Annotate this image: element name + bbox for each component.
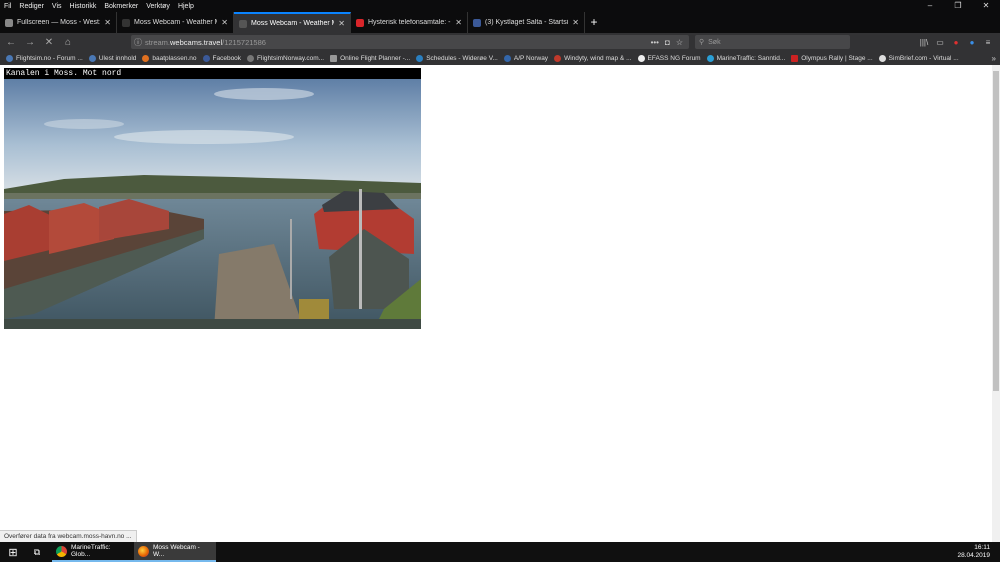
bookmark-item[interactable]: Olympus Rally | Stage ... bbox=[791, 55, 873, 62]
extension-icon[interactable]: ● bbox=[948, 38, 964, 47]
search-input[interactable]: ⚲ Søk bbox=[695, 35, 850, 49]
toolbar-icons: |||\ ▭ ● ● ≡ bbox=[916, 33, 996, 52]
tab-kystlaget-salta[interactable]: (3) Kystlaget Salta - Startside ✕ bbox=[468, 12, 585, 33]
scrollbar-thumb[interactable] bbox=[993, 71, 999, 391]
task-view-button[interactable]: ⧉ bbox=[26, 542, 48, 562]
bookmark-favicon bbox=[330, 55, 338, 62]
tab-close-icon[interactable]: ✕ bbox=[338, 19, 345, 28]
bookmark-item[interactable]: SimBrief.com - Virtual ... bbox=[878, 55, 959, 62]
bookmark-item[interactable]: MarineTraffic: Sanntid... bbox=[706, 55, 785, 62]
bookmark-item[interactable]: Facebook bbox=[202, 55, 241, 62]
minimize-button[interactable]: – bbox=[916, 0, 944, 12]
tab-favicon bbox=[356, 18, 364, 27]
tab-favicon bbox=[239, 19, 247, 28]
pocket-icon[interactable]: ◘ bbox=[665, 38, 670, 47]
menu-tools[interactable]: Verktøy bbox=[142, 3, 174, 10]
menu-file[interactable]: Fil bbox=[0, 3, 15, 10]
taskbar-app-chrome[interactable]: MarineTraffic: Glob... bbox=[52, 542, 134, 562]
tab-favicon bbox=[473, 18, 481, 27]
firefox-icon bbox=[138, 545, 149, 557]
page-content: Kanalen i Moss. Mot nord bbox=[0, 65, 992, 542]
new-tab-button[interactable]: + bbox=[585, 12, 603, 33]
webcam-title: Kanalen i Moss. Mot nord bbox=[4, 68, 421, 79]
navigation-bar: ← → ✕ ⌂ ⓘ stream.webcams.travel/12157215… bbox=[0, 33, 1000, 52]
tab-label: (3) Kystlaget Salta - Startside bbox=[485, 19, 569, 26]
bookmark-item[interactable]: Windyty, wind map & ... bbox=[554, 55, 632, 62]
bookmark-favicon bbox=[791, 55, 799, 62]
bookmark-star-icon[interactable]: ☆ bbox=[676, 38, 683, 47]
bookmark-favicon bbox=[637, 55, 645, 62]
search-icon: ⚲ bbox=[699, 39, 705, 46]
bookmark-favicon bbox=[88, 55, 96, 62]
tab-bar: Fullscreen — Moss - West: Boli ✕ Moss We… bbox=[0, 12, 1000, 33]
url-text: stream.webcams.travel/1215721586 bbox=[145, 37, 266, 47]
taskbar-app-firefox[interactable]: Moss Webcam - W... bbox=[134, 542, 216, 562]
window-controls: – ❐ ✕ bbox=[916, 0, 1000, 12]
bookmark-item[interactable]: FlightsimNorway.com... bbox=[247, 55, 324, 62]
maximize-button[interactable]: ❐ bbox=[944, 0, 972, 12]
bookmark-item[interactable]: Flightsim.no - Forum ... bbox=[6, 55, 83, 62]
vertical-scrollbar[interactable] bbox=[992, 65, 1000, 542]
clock-time: 16:11 bbox=[974, 544, 990, 551]
page-actions-icon[interactable]: ••• bbox=[651, 38, 659, 47]
webcam-image bbox=[4, 79, 421, 329]
bookmark-item[interactable]: EFASS NG Forum bbox=[637, 55, 701, 62]
bookmark-item[interactable]: Online Flight Planner -... bbox=[330, 55, 410, 62]
status-text: Overfører data fra webcam.moss-havn.no .… bbox=[0, 530, 137, 542]
bookmark-favicon bbox=[706, 55, 714, 62]
system-clock[interactable]: 16:11 28.04.2019 bbox=[957, 544, 990, 560]
bookmark-item[interactable]: Schedules - Widerøe V... bbox=[416, 55, 498, 62]
bookmark-favicon bbox=[878, 55, 886, 62]
bookmark-favicon bbox=[416, 55, 424, 62]
search-placeholder: Søk bbox=[708, 38, 721, 46]
bookmarks-overflow-icon[interactable]: » bbox=[992, 52, 996, 65]
back-icon[interactable]: ← bbox=[3, 37, 19, 48]
tab-moss-webcam-active[interactable]: Moss Webcam - Weather Moss ✕ bbox=[234, 12, 351, 33]
menu-bar: Fil Rediger Vis Historikk Bokmerker Verk… bbox=[0, 0, 1000, 12]
bookmark-favicon bbox=[6, 55, 13, 62]
site-info-icon[interactable]: ⓘ bbox=[131, 37, 145, 48]
tab-label: Hysterisk telefonsamtale: - Jeg bbox=[368, 19, 451, 26]
tab-favicon bbox=[122, 18, 130, 27]
menu-edit[interactable]: Rediger bbox=[15, 3, 48, 10]
tab-close-icon[interactable]: ✕ bbox=[455, 18, 462, 27]
bookmark-item[interactable]: baatplassen.no bbox=[142, 55, 197, 62]
tab-close-icon[interactable]: ✕ bbox=[104, 18, 111, 27]
bookmark-favicon bbox=[247, 55, 255, 62]
close-window-button[interactable]: ✕ bbox=[972, 0, 1000, 12]
bookmark-item[interactable]: Ulest innhold bbox=[88, 55, 136, 62]
facebook-icon bbox=[202, 55, 210, 62]
url-bar[interactable]: ⓘ stream.webcams.travel/1215721586 ••• ◘… bbox=[131, 35, 689, 49]
account-icon[interactable]: ● bbox=[964, 38, 980, 47]
menu-bookmarks[interactable]: Bokmerker bbox=[100, 3, 142, 10]
tab-label: Fullscreen — Moss - West: Boli bbox=[17, 19, 101, 26]
bookmark-item[interactable]: A/P Norway bbox=[503, 55, 548, 62]
bookmarks-toolbar: Flightsim.no - Forum ... Ulest innhold b… bbox=[0, 52, 1000, 65]
tab-fullscreen-moss[interactable]: Fullscreen — Moss - West: Boli ✕ bbox=[0, 12, 117, 33]
taskbar: ⊞ ⧉ MarineTraffic: Glob... Moss Webcam -… bbox=[0, 542, 1000, 562]
clock-date: 28.04.2019 bbox=[957, 552, 990, 559]
menu-view[interactable]: Vis bbox=[48, 3, 66, 10]
bookmark-favicon bbox=[503, 55, 511, 62]
menu-help[interactable]: Hjelp bbox=[174, 3, 198, 10]
tab-label: Moss Webcam - Weather Moss bbox=[134, 19, 217, 26]
bookmark-favicon bbox=[142, 55, 150, 62]
sidebar-icon[interactable]: ▭ bbox=[932, 38, 948, 47]
tab-favicon bbox=[5, 18, 13, 27]
tab-moss-webcam-1[interactable]: Moss Webcam - Weather Moss ✕ bbox=[117, 12, 234, 33]
menu-history[interactable]: Historikk bbox=[66, 3, 101, 10]
chrome-icon bbox=[56, 545, 67, 557]
tab-hysterisk[interactable]: Hysterisk telefonsamtale: - Jeg ✕ bbox=[351, 12, 468, 33]
hamburger-menu-icon[interactable]: ≡ bbox=[980, 38, 996, 47]
stop-loading-icon[interactable]: ✕ bbox=[41, 37, 57, 48]
tab-close-icon[interactable]: ✕ bbox=[572, 18, 579, 27]
tab-label: Moss Webcam - Weather Moss bbox=[251, 20, 334, 27]
home-icon[interactable]: ⌂ bbox=[60, 37, 76, 48]
tab-close-icon[interactable]: ✕ bbox=[221, 18, 228, 27]
bookmark-favicon bbox=[554, 55, 562, 62]
library-icon[interactable]: |||\ bbox=[916, 38, 932, 47]
start-button[interactable]: ⊞ bbox=[0, 542, 26, 562]
forward-icon[interactable]: → bbox=[22, 37, 38, 48]
